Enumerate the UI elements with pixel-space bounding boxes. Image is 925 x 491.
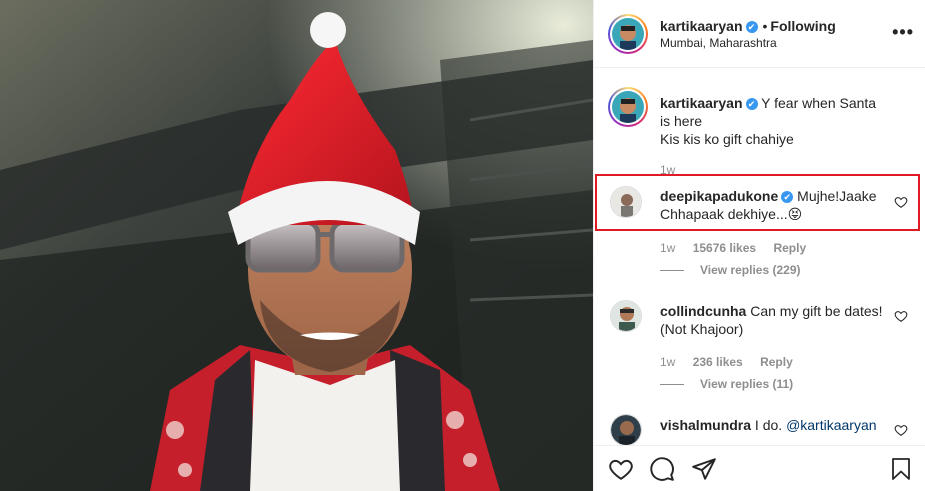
following-button[interactable]: Following: [770, 18, 835, 34]
more-options-icon[interactable]: •••: [892, 22, 914, 42]
highlight-box: [595, 174, 920, 231]
comment-time[interactable]: 1w: [660, 355, 675, 369]
caption-avatar-image: [612, 91, 644, 123]
author-username[interactable]: kartikaaryan: [660, 18, 743, 34]
comment-meta: 1w 15676 likes Reply: [660, 241, 820, 255]
post-header: kartikaaryan ✔ • Following Mumbai, Maharash…: [594, 0, 925, 68]
mention-link[interactable]: @kartikaaryan: [786, 417, 876, 433]
view-replies-button[interactable]: View replies (229): [660, 263, 801, 277]
follow-separator: •: [762, 18, 768, 34]
comment-text: I do.: [754, 417, 783, 433]
replies-divider: [660, 384, 684, 386]
vishal-avatar-image: [611, 415, 641, 445]
replies-divider: [660, 270, 684, 272]
comment-meta: 1w 236 likes Reply: [660, 355, 807, 369]
author-avatar[interactable]: [608, 14, 648, 54]
comment-like-heart-icon[interactable]: [894, 423, 908, 437]
comments-list[interactable]: kartikaaryan ✔ Y fear when Santa is here …: [594, 69, 925, 445]
comment-likes[interactable]: 15676 likes: [693, 241, 756, 255]
collin-avatar-image: [611, 301, 641, 331]
comment-item: vishalmundra I do. @kartikaaryan: [660, 416, 884, 434]
comment-time[interactable]: 1w: [660, 241, 675, 255]
caption-username[interactable]: kartikaaryan: [660, 95, 743, 111]
reply-button[interactable]: Reply: [760, 355, 793, 369]
comment-avatar[interactable]: [610, 300, 642, 332]
author-line: kartikaaryan ✔ • Following: [660, 18, 836, 34]
comment-likes[interactable]: 236 likes: [693, 355, 743, 369]
share-icon[interactable]: [691, 456, 717, 482]
post-details-panel: kartikaaryan ✔ • Following Mumbai, Maharash…: [593, 0, 925, 491]
caption-line2: Kis kis ko gift chahiye: [660, 131, 794, 147]
view-replies-button[interactable]: View replies (11): [660, 377, 793, 391]
author-avatar-image: [612, 18, 644, 50]
post-photo-illustration: [0, 0, 593, 491]
comment-avatar[interactable]: [610, 414, 642, 445]
post-actions-bar: [594, 445, 925, 491]
bookmark-icon[interactable]: [889, 456, 913, 482]
reply-button[interactable]: Reply: [773, 241, 806, 255]
heart-icon[interactable]: [608, 456, 634, 482]
view-replies-label: View replies (229): [700, 263, 801, 277]
post-location[interactable]: Mumbai, Maharashtra: [660, 36, 777, 50]
comment-icon[interactable]: [649, 456, 675, 482]
caption-author-avatar[interactable]: [608, 87, 648, 127]
comment-item: collindcunha Can my gift be dates! (Not …: [660, 302, 884, 338]
caption: kartikaaryan ✔ Y fear when Santa is here …: [660, 94, 884, 148]
comment-username[interactable]: collindcunha: [660, 303, 746, 319]
post-photo[interactable]: [0, 0, 593, 491]
comment-like-heart-icon[interactable]: [894, 309, 908, 323]
view-replies-label: View replies (11): [700, 377, 794, 391]
verified-badge-icon: ✔: [745, 98, 758, 110]
comment-username[interactable]: vishalmundra: [660, 417, 751, 433]
verified-badge-icon: ✔: [745, 21, 758, 33]
